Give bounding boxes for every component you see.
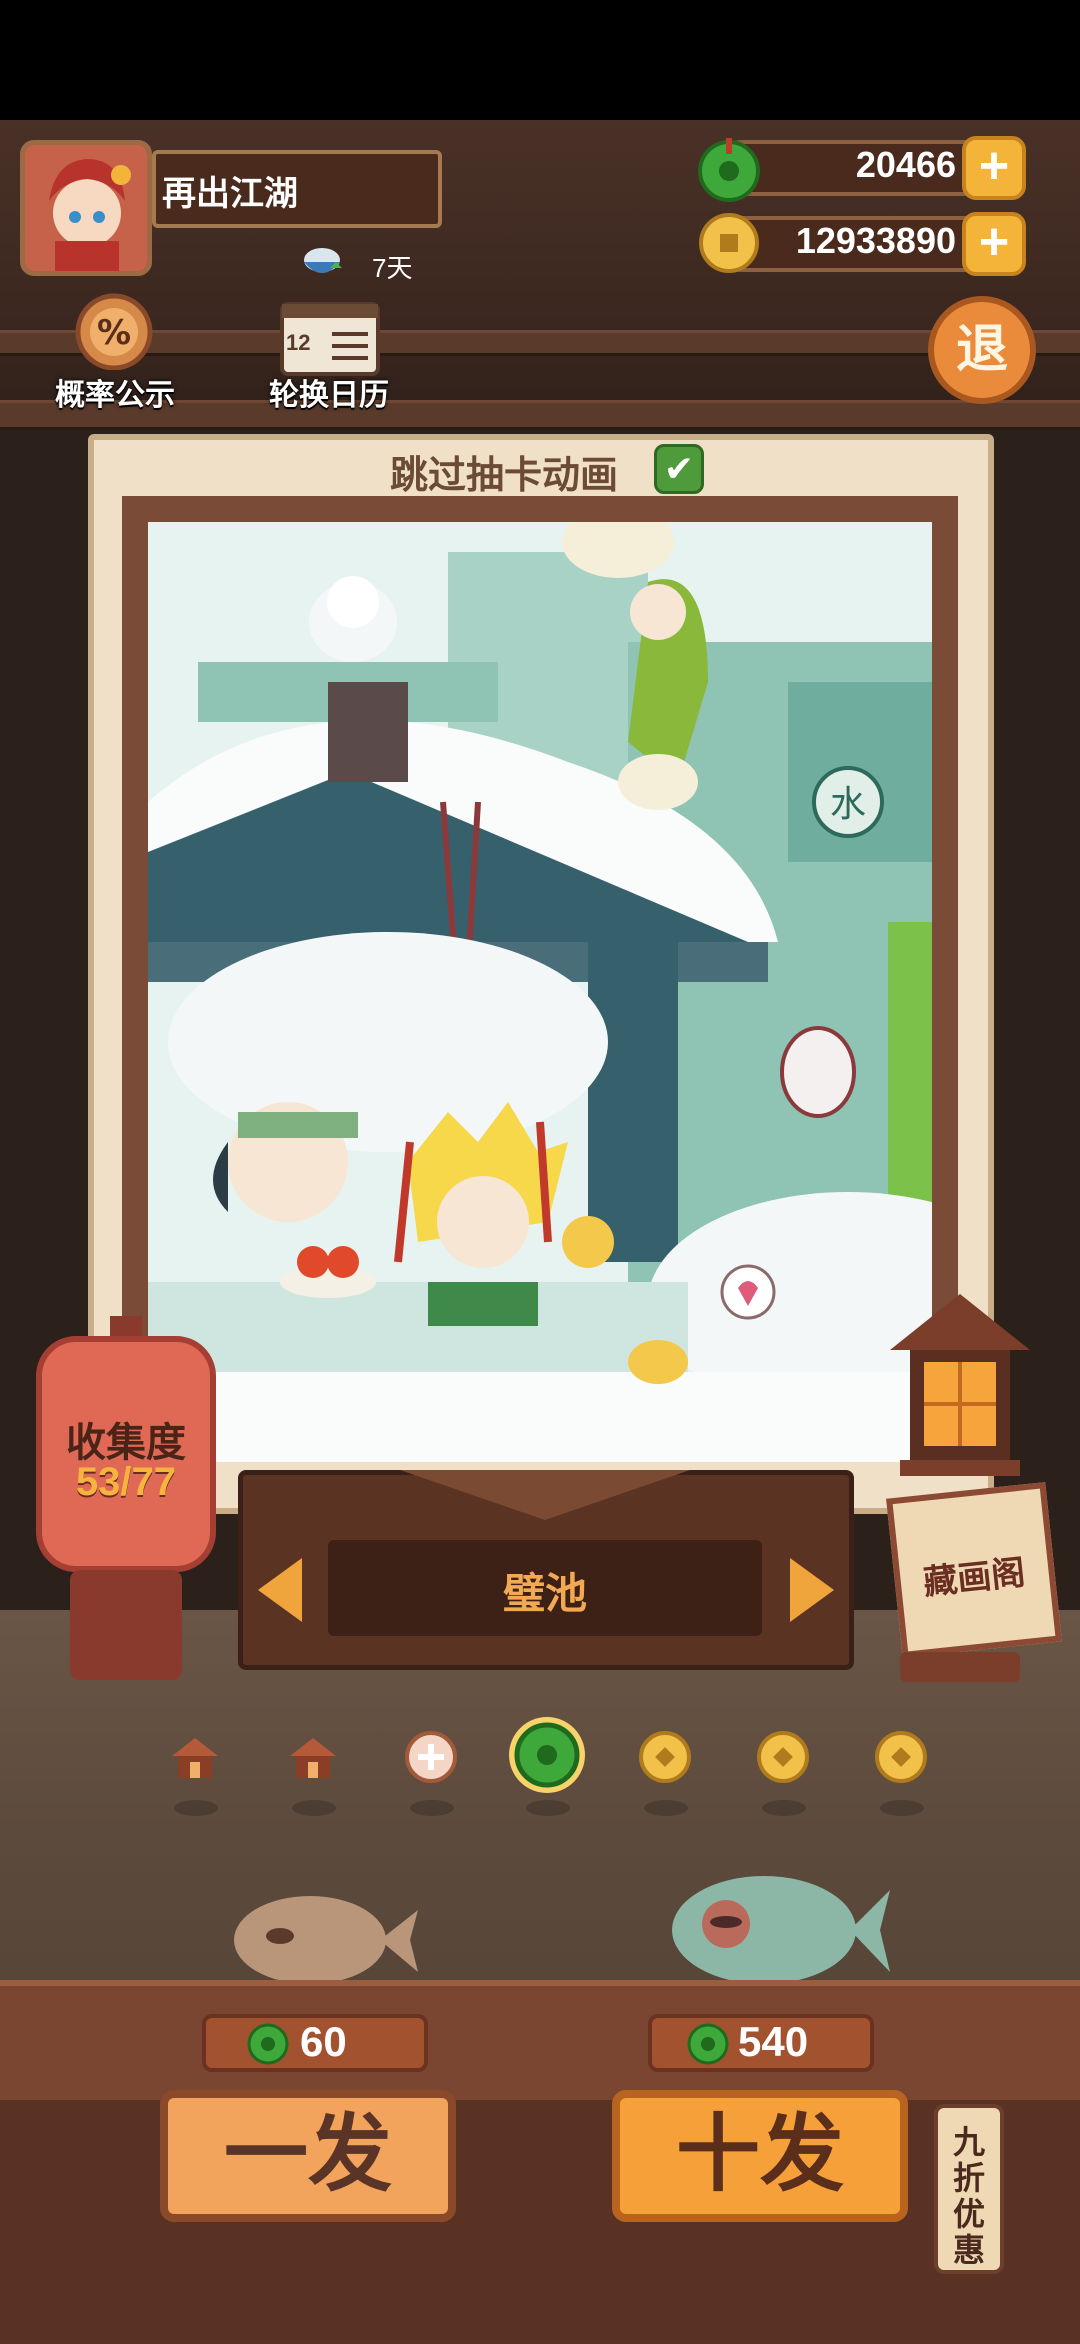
- counter-top: [0, 1980, 1080, 2106]
- prev-arrow-button[interactable]: [258, 1558, 302, 1622]
- house-icon[interactable]: [284, 1728, 342, 1786]
- single-price: 60: [300, 2018, 347, 2065]
- rotation-label: 轮换日历: [269, 379, 389, 412]
- ten-price: 540: [738, 2018, 809, 2065]
- calendar-number: 12: [286, 330, 311, 355]
- retreat-button[interactable]: 退: [928, 296, 1036, 404]
- ten-draw-button[interactable]: 十发: [612, 2090, 908, 2222]
- coin-icon[interactable]: [636, 1728, 694, 1786]
- coin-icon[interactable]: [754, 1728, 812, 1786]
- water-sign: 水: [830, 784, 866, 825]
- add-jade-button[interactable]: +: [962, 136, 1026, 200]
- jade-amount: 20466: [855, 144, 956, 185]
- player-name: 再出江湖: [162, 175, 298, 213]
- dot-shadow: [292, 1800, 336, 1816]
- skip-animation-label: 跳过抽卡动画: [390, 455, 619, 497]
- jade-icon: [246, 2022, 290, 2066]
- probability-label: 概率公示: [55, 379, 175, 412]
- dot-shadow: [174, 1800, 218, 1816]
- plus-badge-icon[interactable]: [402, 1728, 460, 1786]
- artwork-image: 水: [148, 522, 932, 1462]
- skip-animation-checkbox[interactable]: ✔: [654, 444, 704, 494]
- lantern-stand: [70, 1570, 182, 1680]
- pavilion-stand: [900, 1652, 1020, 1682]
- artwork-name: 璧池: [502, 1570, 587, 1617]
- collection-value: 53/77: [75, 1460, 177, 1504]
- dot-shadow: [880, 1800, 924, 1816]
- discount-label: 九折优惠: [952, 2124, 985, 2268]
- rice-bowl-icon: [300, 240, 344, 284]
- jade-icon: [696, 136, 762, 202]
- add-coin-button[interactable]: +: [962, 212, 1026, 276]
- coin-icon[interactable]: [872, 1728, 930, 1786]
- days-remaining: 7天: [372, 253, 413, 283]
- pavilion-lamp-icon: [880, 1290, 1040, 1480]
- dot-shadow: [526, 1800, 570, 1816]
- dot-shadow: [762, 1800, 806, 1816]
- single-draw-button[interactable]: 一发: [160, 2090, 456, 2222]
- dot-shadow: [644, 1800, 688, 1816]
- coin-amount: 12933890: [795, 220, 956, 261]
- gear-percent-icon: %: [75, 293, 153, 371]
- next-arrow-button[interactable]: [790, 1558, 834, 1622]
- player-avatar[interactable]: [20, 140, 152, 276]
- dot-shadow: [410, 1800, 454, 1816]
- house-icon[interactable]: [166, 1728, 224, 1786]
- svg-text:%: %: [97, 313, 131, 353]
- status-bar: [0, 0, 1080, 120]
- coin-icon: [698, 212, 760, 274]
- jade-icon-active[interactable]: [506, 1714, 588, 1796]
- jade-icon: [686, 2022, 730, 2066]
